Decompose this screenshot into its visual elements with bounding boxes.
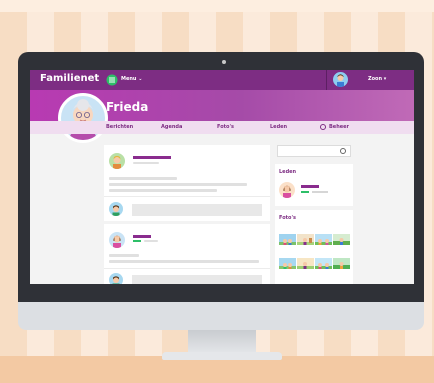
tab-agenda[interactable]: Agenda xyxy=(161,124,182,130)
webcam-icon xyxy=(222,60,226,64)
post-card xyxy=(104,145,270,221)
tab-beheer[interactable]: Beheer xyxy=(329,124,349,130)
menu-icon[interactable] xyxy=(106,74,118,86)
photo-thumbnail[interactable] xyxy=(333,232,350,245)
post-card xyxy=(104,224,270,284)
photos-title: Foto's xyxy=(279,215,296,221)
post-author-name xyxy=(133,156,171,159)
post-meta xyxy=(133,162,159,164)
profile-avatar xyxy=(58,93,108,143)
monitor-chin xyxy=(18,302,424,330)
comment-input[interactable] xyxy=(132,204,262,216)
photo-thumbnail[interactable] xyxy=(297,232,314,245)
top-bar: Familienet Menu ⌄ Zoon ▾ xyxy=(30,70,414,90)
post-tag xyxy=(133,240,141,242)
photo-thumbnail[interactable] xyxy=(333,256,350,269)
comment-avatar xyxy=(109,273,123,284)
profile-name: Frieda xyxy=(106,100,149,114)
photo-thumbnail[interactable] xyxy=(315,256,332,269)
gear-icon[interactable] xyxy=(320,124,326,130)
table xyxy=(0,356,434,383)
post-divider xyxy=(104,268,270,269)
member-status xyxy=(301,191,309,193)
photo-thumbnail[interactable] xyxy=(315,232,332,245)
search-input[interactable] xyxy=(277,145,351,157)
tab-berichten[interactable]: Berichten xyxy=(106,124,133,130)
post-text-line xyxy=(109,254,139,257)
post-text-line xyxy=(109,189,217,192)
post-author-name xyxy=(133,235,151,238)
post-author-avatar xyxy=(109,153,125,169)
post-text-line xyxy=(109,183,247,186)
comment-avatar xyxy=(109,202,123,216)
post-meta xyxy=(144,240,158,242)
comment-input[interactable] xyxy=(132,275,262,284)
user-avatar[interactable] xyxy=(333,72,348,87)
post-text-line xyxy=(109,177,177,180)
photo-thumbnail[interactable] xyxy=(279,256,296,269)
photos-card: Foto's xyxy=(275,210,353,284)
wall-top xyxy=(0,0,434,12)
menu-button[interactable]: Menu ⌄ xyxy=(121,76,142,82)
top-bar-divider xyxy=(326,70,327,90)
monitor-base xyxy=(162,352,282,360)
photo-thumbnail[interactable] xyxy=(279,232,296,245)
screen: Familienet Menu ⌄ Zoon ▾ Frieda Berichte… xyxy=(30,70,414,284)
tab-leden[interactable]: Leden xyxy=(270,124,287,130)
search-icon xyxy=(340,148,346,154)
photo-thumbnail[interactable] xyxy=(297,256,314,269)
post-divider xyxy=(104,196,270,197)
members-card: Leden xyxy=(275,164,353,206)
profile-nav: Berichten Agenda Foto's Leden Beheer xyxy=(30,121,414,134)
post-author-avatar xyxy=(109,232,125,248)
members-title: Leden xyxy=(279,169,297,175)
user-menu-button[interactable]: Zoon ▾ xyxy=(368,76,386,82)
member-name xyxy=(301,185,319,188)
tab-fotos[interactable]: Foto's xyxy=(217,124,234,130)
app-logo[interactable]: Familienet xyxy=(40,73,99,84)
member-avatar[interactable] xyxy=(279,182,295,198)
member-meta xyxy=(312,191,328,193)
post-text-line xyxy=(109,260,259,263)
